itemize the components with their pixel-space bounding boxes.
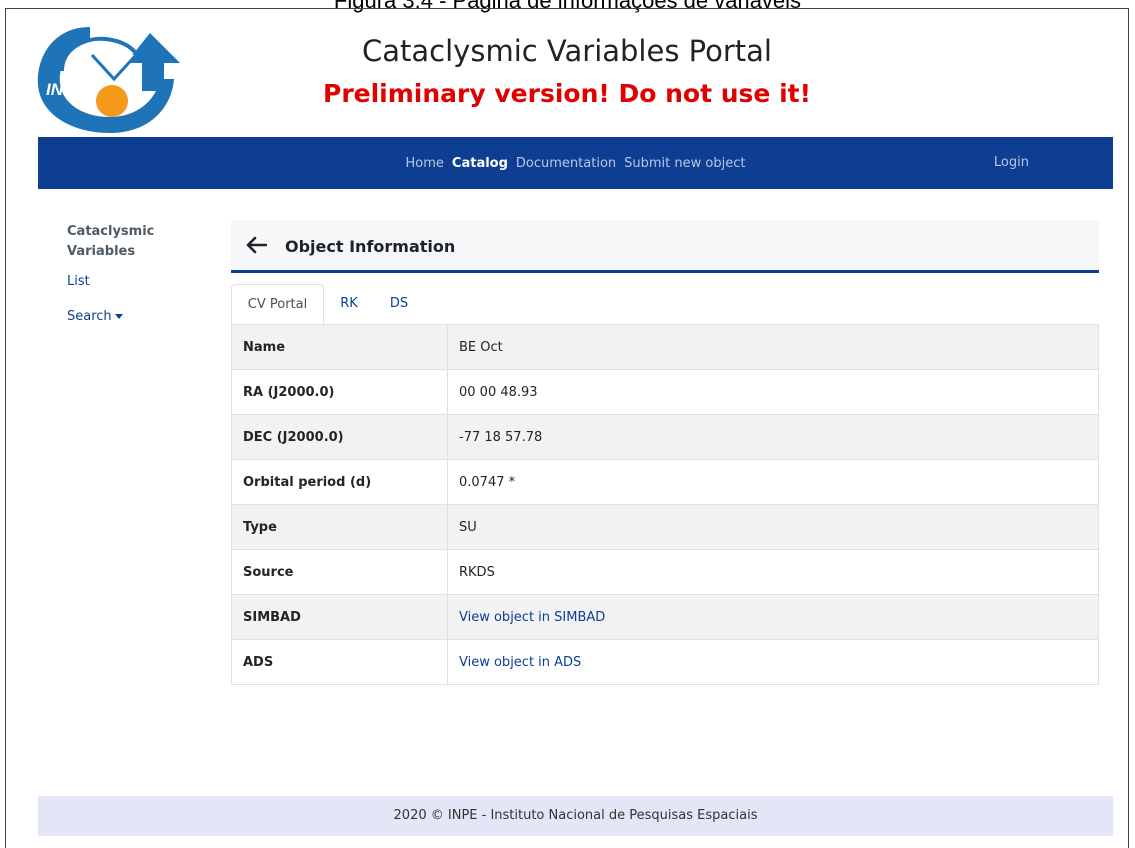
panel-title: Object Information [285, 237, 456, 256]
preliminary-warning: Preliminary version! Do not use it! [323, 79, 811, 108]
tab-cv-portal[interactable]: CV Portal [231, 284, 324, 325]
table-row: Type SU [231, 504, 1099, 550]
table-row: Name BE Oct [231, 324, 1099, 370]
table-row: Source RKDS [231, 549, 1099, 595]
row-value: -77 18 57.78 [447, 414, 1099, 460]
table-row: DEC (J2000.0) -77 18 57.78 [231, 414, 1099, 460]
sidebar-search-label: Search [67, 309, 112, 324]
row-value-cell: View object in ADS [447, 639, 1099, 685]
table-row: RA (J2000.0) 00 00 48.93 [231, 369, 1099, 415]
row-value: RKDS [447, 549, 1099, 595]
sidebar-item-list[interactable]: List [67, 274, 207, 289]
table-row: Orbital period (d) 0.0747 * [231, 459, 1099, 505]
sidebar: Cataclysmic Variables List Search [67, 222, 207, 344]
ads-link[interactable]: View object in ADS [459, 655, 581, 670]
object-info-header: Object Information [231, 220, 1099, 273]
row-key: RA (J2000.0) [231, 369, 448, 415]
login-link[interactable]: Login [994, 137, 1029, 189]
row-value: SU [447, 504, 1099, 550]
top-navbar: Home Catalog Documentation Submit new ob… [38, 137, 1113, 189]
table-row: ADS View object in ADS [231, 639, 1099, 685]
row-value-cell: View object in SIMBAD [447, 594, 1099, 640]
nav-catalog[interactable]: Catalog [452, 156, 508, 171]
row-key: DEC (J2000.0) [231, 414, 448, 460]
row-key: SIMBAD [231, 594, 448, 640]
simbad-link[interactable]: View object in SIMBAD [459, 610, 605, 625]
portal-title: Cataclysmic Variables Portal [362, 34, 772, 68]
row-key: Type [231, 504, 448, 550]
nav-links: Home Catalog Documentation Submit new ob… [38, 137, 1113, 189]
nav-documentation[interactable]: Documentation [516, 156, 616, 171]
row-value: 0.0747 * [447, 459, 1099, 505]
tab-rk[interactable]: RK [334, 284, 364, 324]
table-row: SIMBAD View object in SIMBAD [231, 594, 1099, 640]
row-key: Name [231, 324, 448, 370]
page-footer: 2020 © INPE - Instituto Nacional de Pesq… [38, 796, 1113, 836]
object-info-table: Name BE Oct RA (J2000.0) 00 00 48.93 DEC… [231, 324, 1099, 685]
page-header: INPE Cataclysmic Variables Portal Prelim… [6, 9, 1128, 137]
row-key: Source [231, 549, 448, 595]
nav-home[interactable]: Home [406, 156, 444, 171]
sidebar-item-search[interactable]: Search [67, 309, 207, 324]
sidebar-heading: Cataclysmic Variables [67, 224, 155, 259]
source-tabs: CV Portal RK DS [231, 284, 1099, 325]
row-key: ADS [231, 639, 448, 685]
row-value: BE Oct [447, 324, 1099, 370]
row-key: Orbital period (d) [231, 459, 448, 505]
row-value: 00 00 48.93 [447, 369, 1099, 415]
nav-submit-new-object[interactable]: Submit new object [624, 156, 745, 171]
caret-down-icon [114, 314, 123, 319]
tab-ds[interactable]: DS [384, 284, 414, 324]
back-arrow-icon[interactable] [245, 236, 267, 254]
